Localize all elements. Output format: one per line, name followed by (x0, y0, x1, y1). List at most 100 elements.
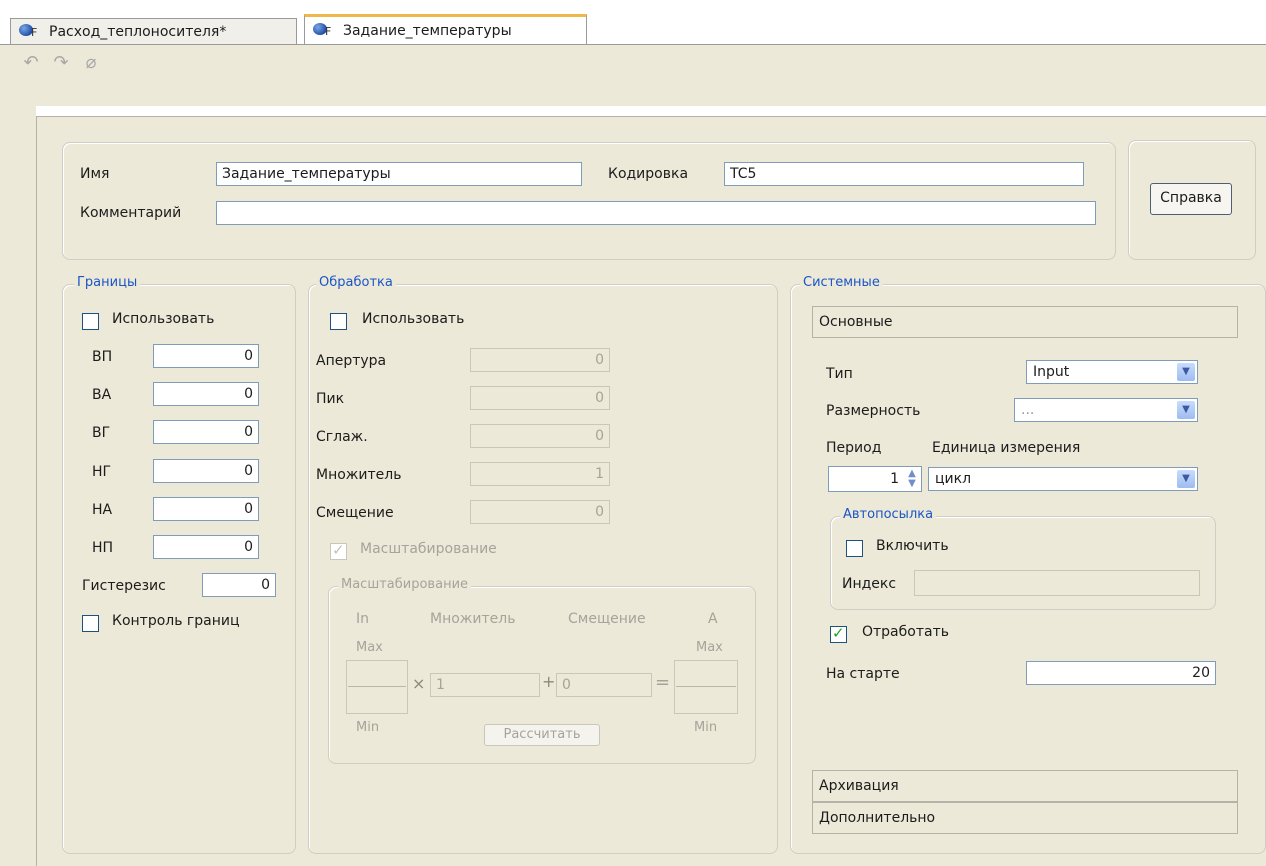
limits-use-checkbox[interactable] (82, 313, 99, 330)
in-max-label: Max (356, 640, 383, 655)
limits-group (62, 284, 296, 854)
tab-zadanie[interactable]: F Задание_температуры (304, 14, 587, 45)
redo-icon[interactable]: ↷ (50, 52, 72, 74)
chevron-down-icon: ▼ (1177, 363, 1195, 381)
name-label: Имя (80, 166, 110, 182)
function-block-icon: F (19, 24, 43, 40)
multiplier-field[interactable]: 1 (470, 462, 610, 486)
limit-control-label: Контроль границ (112, 613, 240, 629)
dimension-value: ... (1021, 402, 1035, 418)
undo-icon[interactable]: ↶ (20, 52, 42, 74)
peak-field[interactable]: 0 (470, 386, 610, 410)
spin-arrows-icon[interactable]: ▲ ▼ (905, 469, 919, 489)
chevron-down-icon: ▼ (1177, 470, 1195, 488)
scaling-col-a: A (708, 611, 718, 627)
limit-field-vp[interactable]: 0 (153, 344, 259, 368)
chevron-down-icon: ▼ (1177, 401, 1195, 419)
process-label: Отработать (862, 624, 949, 640)
limit-label-va: ВА (92, 387, 112, 403)
smoothing-field[interactable]: 0 (470, 424, 610, 448)
type-label: Тип (826, 366, 853, 382)
section-archive-header[interactable]: Архивация (812, 770, 1238, 802)
times-icon: × (412, 674, 426, 693)
scaling-mult-field[interactable]: 1 (430, 673, 540, 697)
limit-field-vg[interactable]: 0 (153, 420, 259, 444)
scaling-check-label: Масштабирование (360, 541, 497, 557)
limits-title: Границы (74, 275, 141, 290)
offset-field[interactable]: 0 (470, 500, 610, 524)
offset-label: Смещение (316, 505, 394, 521)
limit-label-vp: ВП (92, 349, 113, 365)
limit-field-va[interactable]: 0 (153, 382, 259, 406)
aperture-field[interactable]: 0 (470, 348, 610, 372)
limits-use-label: Использовать (112, 311, 215, 327)
tab-rashod[interactable]: F Расход_теплоносителя* (10, 18, 297, 45)
aperture-label: Апертура (316, 353, 387, 369)
help-button[interactable]: Справка (1150, 183, 1232, 215)
tab-strip: F Расход_теплоносителя* F Задание_темпер… (0, 0, 1266, 45)
limit-control-checkbox[interactable] (82, 615, 99, 632)
in-min-label: Min (356, 720, 380, 735)
unit-select[interactable]: цикл ▼ (928, 467, 1198, 491)
type-value: Input (1033, 364, 1070, 380)
limit-field-ng[interactable]: 0 (153, 459, 259, 483)
hysteresis-field[interactable]: 0 (202, 573, 276, 597)
section-extra-header[interactable]: Дополнительно (812, 802, 1238, 834)
tab-label: Задание_температуры (343, 23, 512, 39)
scaling-col-offset: Смещение (568, 611, 646, 627)
processing-use-checkbox[interactable] (330, 313, 347, 330)
multiplier-label: Множитель (316, 467, 402, 483)
hysteresis-label: Гистерезис (82, 578, 166, 594)
limit-label-vg: ВГ (92, 425, 111, 441)
index-field[interactable] (914, 570, 1200, 596)
period-value: 1 (890, 471, 899, 487)
scaling-offset-field[interactable]: 0 (556, 673, 652, 697)
autosend-enable-label: Включить (876, 538, 949, 554)
index-label: Индекс (842, 576, 897, 592)
limit-label-np: НП (92, 540, 114, 556)
a-max-label: Max (696, 640, 723, 655)
comment-field[interactable] (216, 201, 1096, 225)
autosend-title: Автопосылка (840, 507, 937, 522)
scaling-checkbox[interactable] (330, 541, 347, 560)
limit-label-ng: НГ (92, 464, 112, 480)
period-spinner[interactable]: 1 ▲ ▼ (828, 466, 922, 492)
a-min-label: Min (694, 720, 718, 735)
limit-label-na: НА (92, 502, 113, 518)
in-range-divider (348, 686, 406, 687)
function-block-icon: F (313, 23, 337, 39)
peak-label: Пик (316, 391, 345, 407)
tab-label: Расход_теплоносителя* (49, 24, 227, 40)
eraser-icon[interactable]: ⌀ (80, 52, 102, 74)
calculate-button[interactable]: Рассчитать (484, 724, 600, 746)
type-select[interactable]: Input ▼ (1026, 360, 1198, 384)
section-main-header[interactable]: Основные (812, 306, 1238, 338)
name-field[interactable]: Задание_температуры (216, 162, 582, 186)
code-label: Кодировка (608, 166, 689, 182)
scaling-col-in: In (356, 611, 370, 627)
in-range-box[interactable] (346, 660, 408, 714)
scaling-col-mult: Множитель (430, 611, 516, 627)
on-start-label: На старте (826, 666, 900, 682)
unit-label: Единица измерения (932, 440, 1081, 456)
period-label: Период (826, 440, 882, 456)
a-range-box[interactable] (674, 660, 738, 714)
left-margin (0, 106, 36, 866)
toolbar (0, 44, 1266, 106)
autosend-enable-checkbox[interactable] (846, 540, 863, 557)
a-range-divider (676, 686, 736, 687)
smoothing-label: Сглаж. (316, 429, 368, 445)
dimension-label: Размерность (826, 403, 921, 419)
on-start-field[interactable]: 20 (1026, 661, 1216, 685)
equals-icon: = (655, 672, 671, 693)
dimension-select[interactable]: ... ▼ (1014, 398, 1198, 422)
code-field[interactable]: TC5 (724, 162, 1084, 186)
limit-field-np[interactable]: 0 (153, 535, 259, 559)
scaling-title: Масштабирование (338, 577, 472, 592)
unit-value: цикл (935, 471, 972, 487)
limit-field-na[interactable]: 0 (153, 497, 259, 521)
plus-icon: + (542, 672, 556, 691)
process-checkbox[interactable] (830, 624, 847, 643)
comment-label: Комментарий (80, 205, 182, 221)
processing-title: Обработка (316, 275, 396, 290)
